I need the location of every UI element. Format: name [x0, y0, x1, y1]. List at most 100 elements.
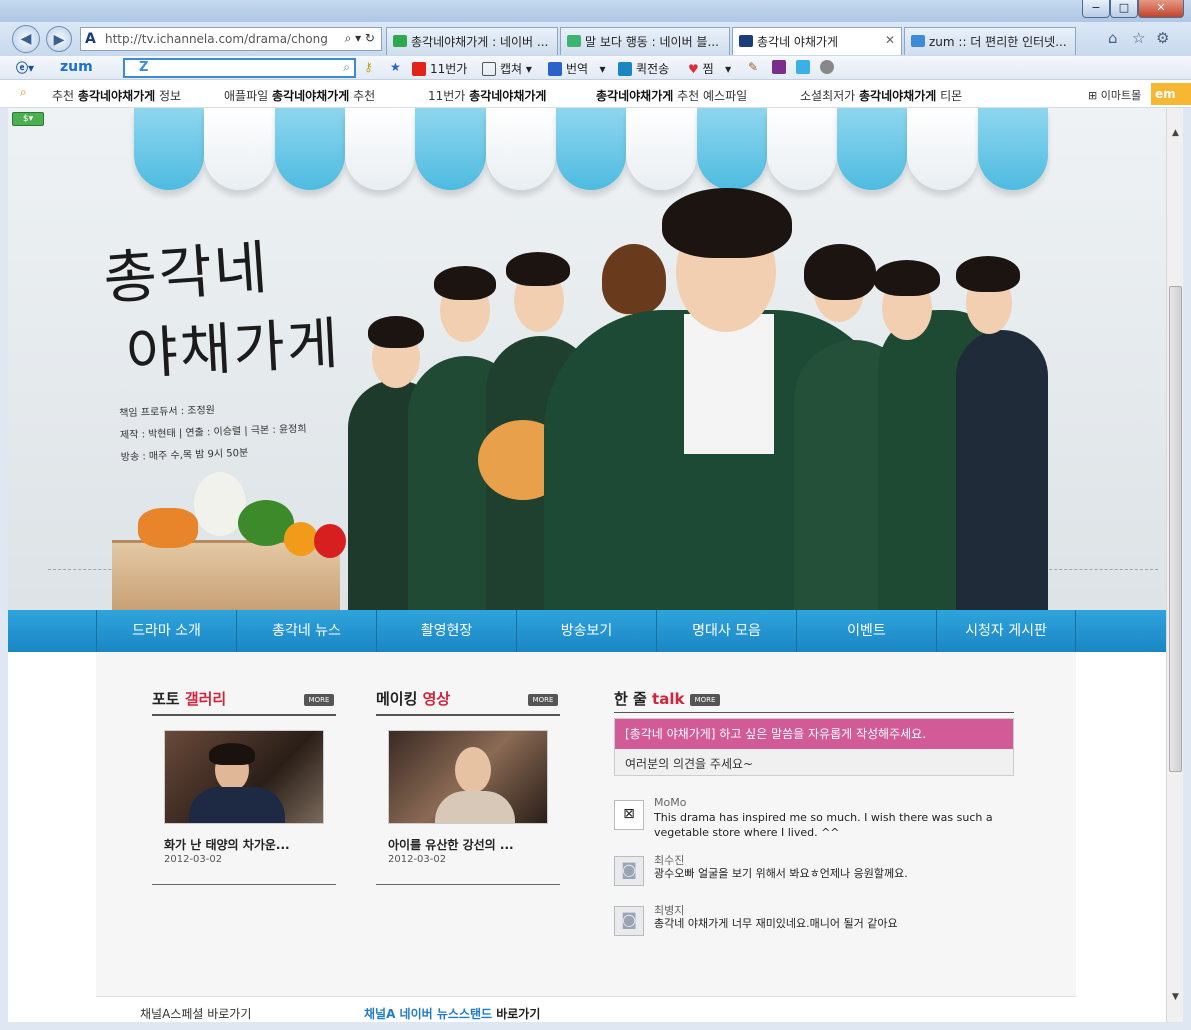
toolbar-quicksend[interactable]: 퀵전송 [618, 60, 669, 77]
scroll-up-icon[interactable]: ▲ [1169, 128, 1182, 142]
tab-naver-1[interactable]: 총각네야채가게 : 네이버 ... [386, 27, 558, 55]
back-button[interactable]: ◀ [12, 25, 40, 53]
toolbar: ⓔ▾ zum Z ⌕ ⚷ ★ 11번가 캡쳐 ▾ 번역 ▾ 퀵전송 ♥ 찜 ▾ … [0, 56, 1191, 80]
ie-menu-icon[interactable]: ⓔ▾ [16, 59, 34, 76]
talk-more-button[interactable]: MORE [690, 694, 720, 706]
talk-title: 한 줄 talk [614, 690, 685, 708]
vertical-scrollbar[interactable]: ▲ ▼ [1166, 108, 1183, 1022]
drama-credits: 책임 프로듀서 : 조정원 제작 : 박현태 | 연출 : 이승렬 | 극본 :… [119, 404, 307, 464]
user-silhouette-icon: ◙ [621, 860, 637, 879]
photo-more-button[interactable]: MORE [304, 694, 334, 706]
zum-search-logo: Z [139, 60, 149, 75]
zum-logo[interactable]: zum [60, 59, 93, 75]
menu-quotes[interactable]: 명대사 모음 [656, 610, 796, 652]
channel-a-tab-icon [739, 35, 753, 47]
content-area: 포토 갤러리 MORE 화가 난 태양의 차가운... 2012-03-02 메… [96, 652, 1076, 1022]
emart-link[interactable]: ⊞ 이마트몰 [1088, 87, 1141, 103]
photo-gallery-title: 포토 갤러리 [152, 690, 227, 708]
settings-gear-icon[interactable]: ⚙ [1156, 29, 1169, 47]
comment-text: This drama has inspired me so much. I wi… [654, 811, 993, 839]
page-viewport: 총각네 야채가게 책임 프로듀서 : 조정원 제작 : 박현태 | 연출 : 이… [8, 108, 1166, 1022]
quicksend-icon [618, 62, 632, 76]
maximize-button[interactable]: □ [1110, 0, 1138, 18]
11st-icon [412, 62, 426, 76]
recommend-link-5[interactable]: 소셜최저가 총각네야채가게 티몬 [800, 87, 962, 104]
maximize-icon: □ [1118, 1, 1130, 14]
minimize-button[interactable]: − [1082, 0, 1110, 18]
tab-close-icon[interactable]: ✕ [885, 33, 895, 47]
avatar: ◙ [614, 856, 644, 886]
menu-filming[interactable]: 촬영현장 [376, 610, 516, 652]
zum-tab-icon [911, 35, 925, 47]
footer-special-link[interactable]: 채널A스페셜 바로가기 [140, 1005, 251, 1022]
toolbar-11st[interactable]: 11번가 [412, 60, 467, 77]
security-status-button[interactable]: $▾ [12, 112, 44, 126]
pepper-red-image [314, 524, 346, 558]
recommend-link-2[interactable]: 애플파일 총각네야채가게 추천 [224, 87, 375, 104]
main-menu: 드라마 소개 총각네 뉴스 촬영현장 방송보기 명대사 모음 이벤트 시청자 게… [8, 610, 1166, 652]
tab-naver-blog[interactable]: 말 보다 행동 : 네이버 블... [560, 27, 730, 55]
making-date: 2012-03-02 [388, 854, 447, 865]
photo-thumbnail[interactable] [164, 730, 324, 824]
recommend-bar: ⌕ 추천 총각네야채가게 정보 애플파일 총각네야채가게 추천 11번가 총각네… [0, 80, 1191, 108]
menu-watch[interactable]: 방송보기 [516, 610, 656, 652]
book-icon[interactable] [772, 60, 790, 74]
menu-board[interactable]: 시청자 게시판 [936, 610, 1076, 652]
forward-button[interactable]: ▶ [46, 26, 72, 52]
broom-icon[interactable]: ✎ [748, 60, 758, 74]
toolbar-capture[interactable]: 캡쳐 ▾ [482, 60, 532, 77]
tab-label: 총각네야채가게 : 네이버 ... [411, 35, 549, 49]
recommend-link-4[interactable]: 총각네야채가게 추천 예스파일 [596, 87, 747, 104]
tab-chonggak-active[interactable]: 총각네 야채가게 ✕ [732, 27, 902, 55]
menu-drama-intro[interactable]: 드라마 소개 [96, 610, 236, 652]
search-icon[interactable]: ⌕ [343, 60, 350, 75]
talk-input-box[interactable]: [총각네 야채가게] 하고 싶은 말씀을 자유롭게 작성해주세요. 여러분의 의… [614, 718, 1014, 776]
key-icon[interactable]: ⚷ [364, 60, 373, 74]
scrollbar-thumb[interactable] [1169, 286, 1182, 772]
making-caption[interactable]: 아이를 유산한 강선의 ... [388, 836, 514, 853]
star-icon[interactable]: ★ [390, 60, 401, 74]
address-bar[interactable]: A http://tv.ichannela.com/drama/chonggak… [80, 27, 382, 51]
making-video-title: 메이킹 영상 [376, 690, 451, 708]
talk-highlight[interactable]: [총각네 야채가게] 하고 싶은 말씀을 자유롭게 작성해주세요. [615, 719, 1013, 749]
comment-text: 광수오빠 얼굴을 보기 위해서 봐요ㅎ언제나 응원할께요. [654, 867, 908, 880]
drama-logo-line2: 야채가게 [124, 311, 342, 388]
user-silhouette-icon: ◙ [621, 910, 637, 929]
favorites-star-icon[interactable]: ☆ [1132, 29, 1145, 47]
photo-caption[interactable]: 화가 난 태양의 차가운... [164, 836, 290, 853]
tab-label: 총각네 야채가게 [757, 35, 839, 49]
carrot-image [138, 508, 198, 548]
tab-zum[interactable]: zum :: 더 편리한 인터넷... [904, 27, 1076, 55]
blog-tab-icon [567, 35, 581, 47]
close-icon: ✕ [1156, 1, 1166, 14]
broken-image-icon: ⊠ [623, 806, 635, 822]
hero-banner: 총각네 야채가게 책임 프로듀서 : 조정원 제작 : 박현태 | 연출 : 이… [8, 108, 1166, 610]
making-thumbnail[interactable] [388, 730, 548, 824]
capture-icon [482, 62, 496, 76]
close-window-button[interactable]: ✕ [1138, 0, 1184, 18]
toolbar-wishlist[interactable]: ♥ 찜 ▾ [688, 60, 731, 77]
address-actions[interactable]: ⌕ ▾ ↻ [345, 31, 375, 46]
toolbar-label: 찜 [702, 62, 714, 76]
home-icon[interactable]: ⌂ [1108, 29, 1118, 47]
twitter-icon[interactable] [796, 60, 814, 74]
zum-search-input[interactable]: Z ⌕ [123, 58, 356, 78]
shop-awning [134, 108, 1049, 190]
cast-member [956, 330, 1048, 610]
footer-newsstand-link[interactable]: 채널A 네이버 뉴스스탠드 바로가기 [364, 1005, 540, 1022]
address-text[interactable]: http://tv.ichannela.com/drama/chonggak [105, 32, 327, 46]
tab-label: 말 보다 행동 : 네이버 블... [585, 35, 719, 49]
toolbar-label: 캡쳐 [500, 62, 523, 76]
toolbar-translate[interactable]: 번역 ▾ [548, 60, 606, 77]
plus-icon: ⊞ [1088, 89, 1101, 102]
more-circle-icon[interactable] [820, 60, 838, 74]
recommend-link-1[interactable]: 추천 총각네야채가게 정보 [52, 87, 181, 104]
menu-event[interactable]: 이벤트 [796, 610, 936, 652]
recommend-link-3[interactable]: 11번가 총각네야채가게 [428, 87, 546, 104]
emart-badge[interactable]: em [1151, 83, 1191, 105]
menu-news[interactable]: 총각네 뉴스 [236, 610, 376, 652]
comment-item: ◙ 최수진 광수오빠 얼굴을 보기 위해서 봐요ㅎ언제나 응원할께요. [614, 852, 1034, 892]
toolbar-label: 11번가 [430, 62, 468, 76]
making-more-button[interactable]: MORE [528, 694, 558, 706]
scroll-down-icon[interactable]: ▼ [1169, 992, 1182, 1006]
